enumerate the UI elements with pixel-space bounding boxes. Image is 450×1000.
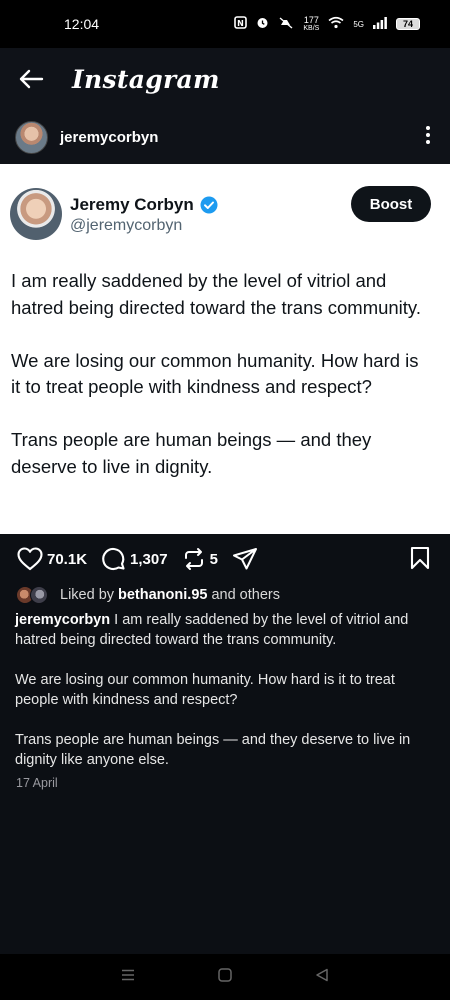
battery-icon: 74: [396, 18, 420, 30]
tweet-handle: @jeremycorbyn: [70, 217, 183, 234]
comment-count: 1,307: [130, 550, 168, 568]
liked-by-user[interactable]: bethanoni.95: [118, 587, 207, 603]
tweet-avatar: [10, 188, 62, 240]
status-bar: 12:04 N 177 KB/S 5G 74: [0, 0, 450, 48]
repost-icon: [182, 547, 206, 571]
menu-icon[interactable]: [121, 968, 135, 986]
comment-button[interactable]: 1,307: [101, 547, 168, 572]
actions-row: 70.1K 1,307 5: [0, 534, 450, 584]
tweet-body: I am really saddened by the level of vit…: [11, 268, 431, 507]
avatar[interactable]: [15, 120, 48, 154]
repost-count: 5: [209, 550, 218, 568]
like-count: 70.1K: [47, 550, 88, 568]
post-image[interactable]: Jeremy Corbyn @jeremycorbyn Boost I am r…: [0, 164, 450, 534]
nfc-icon: N: [234, 16, 248, 32]
net-speed: 177 KB/S: [303, 15, 320, 33]
repost-button[interactable]: 5: [182, 547, 218, 571]
bookmark-icon[interactable]: [410, 546, 430, 574]
send-icon: [232, 547, 258, 571]
liked-by-row[interactable]: Liked by bethanoni.95 and others: [16, 584, 280, 606]
svg-text:N: N: [238, 19, 245, 28]
triangle-back-icon[interactable]: [315, 968, 329, 987]
system-nav-bar: [0, 954, 450, 1000]
post-username[interactable]: jeremycorbyn: [60, 129, 158, 146]
status-icons: N 177 KB/S 5G 74: [234, 16, 420, 32]
post-caption: jeremycorbyn I am really saddened by the…: [15, 610, 435, 790]
square-icon[interactable]: [218, 967, 232, 987]
alarm-icon: [256, 16, 269, 32]
verified-badge-icon: [200, 196, 218, 214]
boost-button: Boost: [351, 186, 431, 222]
tweet-paragraph: I am really saddened by the level of vit…: [11, 270, 421, 318]
liker-avatars: [16, 585, 54, 605]
instagram-logo: Instagram: [72, 64, 220, 94]
comment-icon: [101, 547, 126, 572]
avatar: [30, 586, 48, 604]
caption-paragraph: We are losing our common humanity. How h…: [15, 672, 395, 708]
tweet-paragraph: We are losing our common humanity. How h…: [11, 349, 419, 398]
caption-paragraph: Trans people are human beings — and they…: [15, 732, 411, 768]
app-header: Instagram: [0, 48, 450, 110]
more-vertical-icon[interactable]: [424, 126, 432, 148]
caption-username[interactable]: jeremycorbyn: [15, 612, 110, 628]
signal-icon: [373, 16, 387, 32]
status-time: 12:04: [64, 16, 100, 32]
liked-by-suffix: and others: [211, 587, 280, 603]
wifi-icon: [328, 16, 344, 32]
tweet-paragraph: Trans people are human beings — and they…: [11, 429, 372, 477]
heart-icon: [17, 547, 43, 571]
tweet-display-name: Jeremy Corbyn: [70, 195, 218, 215]
caption-paragraph: jeremycorbyn I am really saddened by the…: [15, 612, 409, 648]
network-type: 5G: [353, 19, 364, 29]
liked-by-prefix: Liked by: [60, 587, 115, 603]
post-date: 17 April: [16, 776, 58, 790]
post-header: jeremycorbyn: [0, 110, 450, 164]
like-button[interactable]: 70.1K: [17, 547, 87, 571]
arrow-left-icon[interactable]: [16, 64, 46, 94]
mute-icon: [278, 16, 294, 32]
share-button[interactable]: [232, 547, 258, 571]
